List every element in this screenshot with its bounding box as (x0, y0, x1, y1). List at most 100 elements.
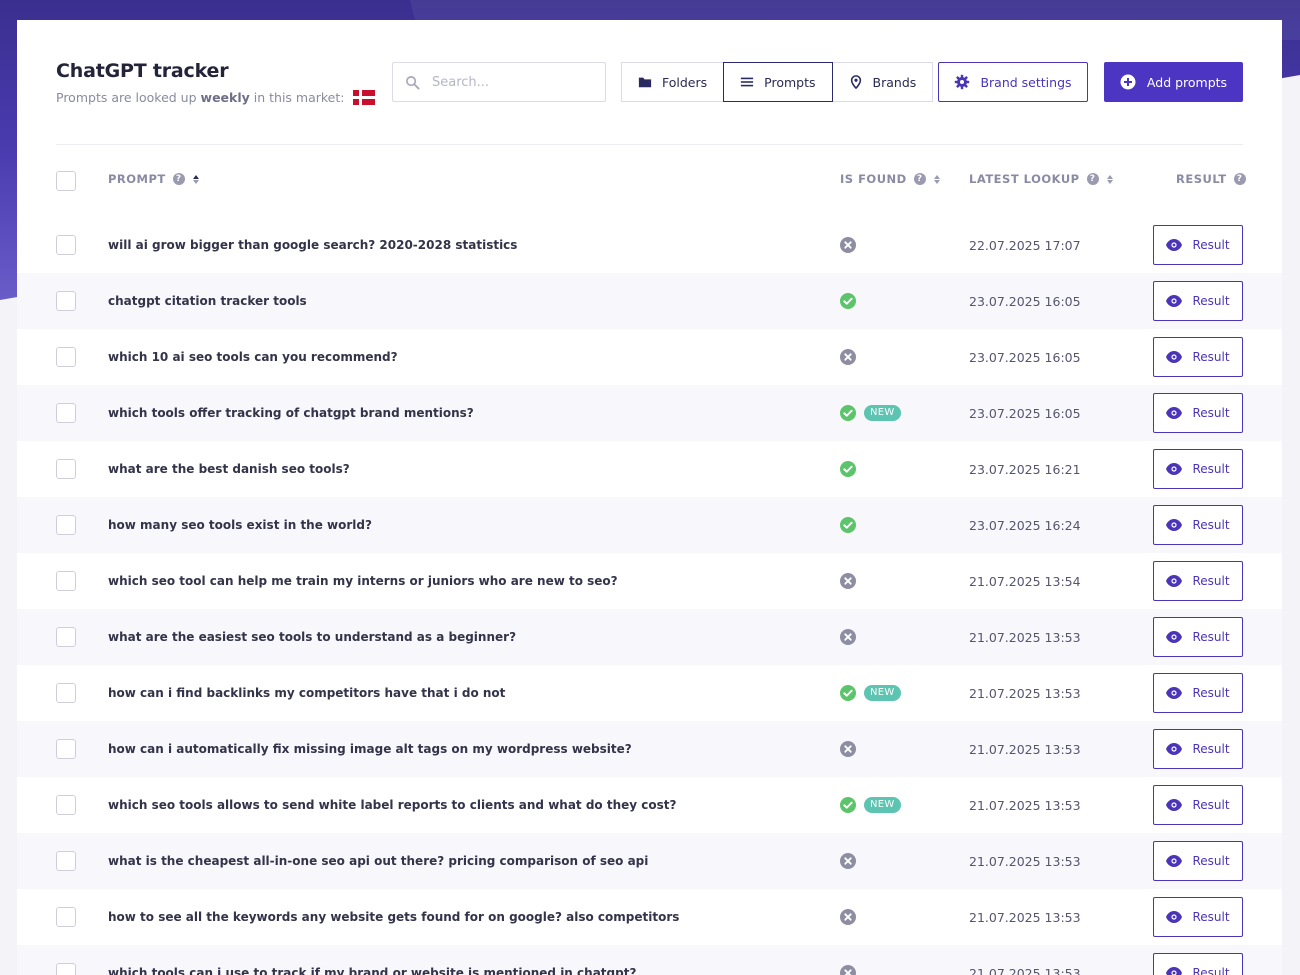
latest-lookup-time: 23.07.2025 16:24 (969, 518, 1081, 533)
search-box[interactable] (392, 62, 606, 102)
prompt-text: which seo tools allows to send white lab… (108, 798, 677, 812)
eye-icon (1166, 799, 1183, 811)
select-all-checkbox[interactable] (56, 171, 76, 191)
tracker-card: ChatGPT tracker Prompts are looked up we… (17, 20, 1282, 975)
latest-lookup-time: 23.07.2025 16:21 (969, 462, 1081, 477)
view-result-button[interactable]: Result (1153, 505, 1243, 545)
prompt-text: how to see all the keywords any website … (108, 910, 680, 924)
help-icon[interactable]: ? (1233, 173, 1246, 185)
x-circle-icon (840, 573, 856, 589)
found-status (840, 573, 856, 589)
header-divider (56, 144, 1243, 145)
help-icon[interactable]: ? (1086, 173, 1099, 185)
view-result-button[interactable]: Result (1153, 449, 1243, 489)
row-checkbox[interactable] (56, 347, 76, 367)
result-button-label: Result (1192, 574, 1230, 588)
view-result-button[interactable]: Result (1153, 841, 1243, 881)
view-result-button[interactable]: Result (1153, 225, 1243, 265)
page-title: ChatGPT tracker (56, 60, 229, 82)
view-result-button[interactable]: Result (1153, 729, 1243, 769)
x-circle-icon (840, 965, 856, 975)
result-button-label: Result (1192, 686, 1230, 700)
row-checkbox[interactable] (56, 963, 76, 975)
row-checkbox[interactable] (56, 515, 76, 535)
sort-icon[interactable] (192, 174, 199, 184)
eye-icon (1166, 967, 1183, 975)
prompt-text: which seo tool can help me train my inte… (108, 574, 618, 588)
found-status (840, 293, 856, 309)
column-result-label: RESULT (1176, 172, 1227, 186)
add-prompts-label: Add prompts (1146, 74, 1228, 90)
view-result-button[interactable]: Result (1153, 281, 1243, 321)
column-result: RESULT ? (1176, 172, 1246, 186)
x-circle-icon (840, 741, 856, 757)
result-button-label: Result (1192, 350, 1230, 364)
tab-prompts-label: Prompts (764, 74, 816, 90)
table-row: what is the cheapest all-in-one seo api … (17, 833, 1282, 889)
new-badge: NEW (864, 405, 901, 421)
column-latest-lookup[interactable]: LATEST LOOKUP ? (969, 172, 1113, 186)
table-row: how to see all the keywords any website … (17, 889, 1282, 945)
column-is-found[interactable]: IS FOUND ? (840, 172, 940, 186)
sort-icon[interactable] (1106, 174, 1113, 184)
table-row: which tools offer tracking of chatgpt br… (17, 385, 1282, 441)
column-prompt[interactable]: PROMPT ? (108, 172, 199, 186)
row-checkbox[interactable] (56, 739, 76, 759)
found-status (840, 741, 856, 757)
row-checkbox[interactable] (56, 291, 76, 311)
help-icon[interactable]: ? (913, 173, 926, 185)
found-status (840, 349, 856, 365)
row-checkbox[interactable] (56, 627, 76, 647)
tab-brands[interactable]: Brands (831, 62, 934, 102)
row-checkbox[interactable] (56, 571, 76, 591)
view-result-button[interactable]: Result (1153, 673, 1243, 713)
help-icon[interactable]: ? (172, 173, 185, 185)
prompt-text: what are the best danish seo tools? (108, 462, 350, 476)
row-checkbox[interactable] (56, 907, 76, 927)
table-row: how can i find backlinks my competitors … (17, 665, 1282, 721)
eye-icon (1166, 855, 1183, 867)
row-checkbox[interactable] (56, 459, 76, 479)
plus-circle-icon (1120, 74, 1136, 90)
view-result-button[interactable]: Result (1153, 337, 1243, 377)
latest-lookup-time: 21.07.2025 13:53 (969, 798, 1081, 813)
prompt-text: chatgpt citation tracker tools (108, 294, 307, 308)
view-result-button[interactable]: Result (1153, 617, 1243, 657)
latest-lookup-time: 21.07.2025 13:54 (969, 574, 1081, 589)
sort-icon[interactable] (933, 174, 940, 184)
latest-lookup-time: 23.07.2025 16:05 (969, 294, 1081, 309)
lookup-frequency: weekly (200, 90, 250, 105)
latest-lookup-time: 21.07.2025 13:53 (969, 966, 1081, 975)
x-circle-icon (840, 853, 856, 869)
found-status: NEW (840, 685, 901, 701)
gear-icon (955, 74, 970, 90)
row-checkbox[interactable] (56, 235, 76, 255)
found-status: NEW (840, 405, 901, 421)
tab-prompts[interactable]: Prompts (723, 62, 833, 102)
add-prompts-button[interactable]: Add prompts (1104, 62, 1243, 102)
view-result-button[interactable]: Result (1153, 393, 1243, 433)
x-circle-icon (840, 237, 856, 253)
prompt-table-body: will ai grow bigger than google search? … (17, 217, 1282, 975)
search-input[interactable] (432, 74, 582, 90)
view-result-button[interactable]: Result (1153, 785, 1243, 825)
row-checkbox[interactable] (56, 403, 76, 423)
view-result-button[interactable]: Result (1153, 561, 1243, 601)
found-status (840, 517, 856, 533)
view-result-button[interactable]: Result (1153, 953, 1243, 975)
table-row: what are the best danish seo tools? 23.07… (17, 441, 1282, 497)
row-checkbox[interactable] (56, 851, 76, 871)
table-row: how many seo tools exist in the world? 23… (17, 497, 1282, 553)
brand-settings-button[interactable]: Brand settings (938, 62, 1088, 102)
table-row: will ai grow bigger than google search? … (17, 217, 1282, 273)
eye-icon (1166, 519, 1183, 531)
check-circle-icon (840, 293, 856, 309)
row-checkbox[interactable] (56, 683, 76, 703)
row-checkbox[interactable] (56, 795, 76, 815)
view-result-button[interactable]: Result (1153, 897, 1243, 937)
latest-lookup-time: 23.07.2025 16:05 (969, 350, 1081, 365)
prompt-text: how many seo tools exist in the world? (108, 518, 372, 532)
column-is-found-label: IS FOUND (840, 172, 907, 186)
tab-folders[interactable]: Folders (621, 62, 725, 102)
brand-settings-label: Brand settings (980, 74, 1072, 90)
